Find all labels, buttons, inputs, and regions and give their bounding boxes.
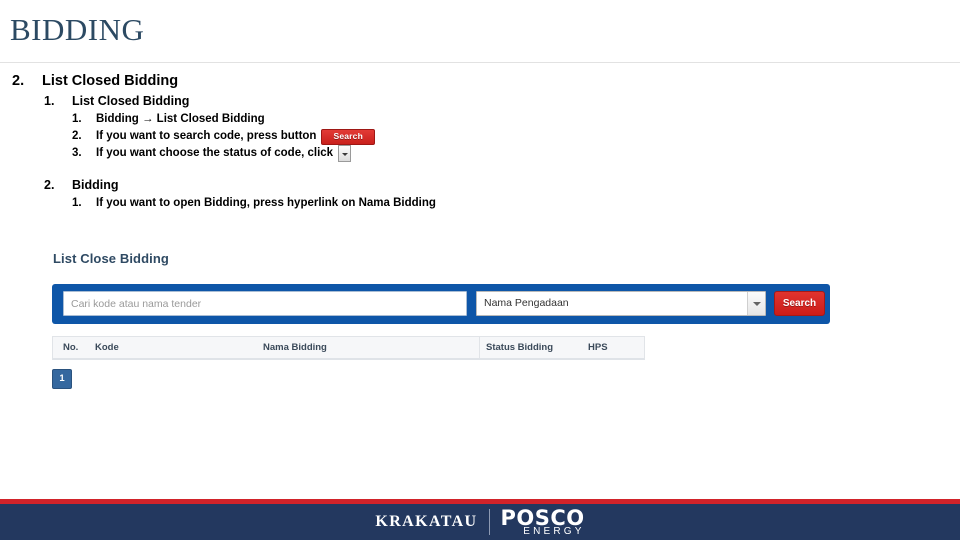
outline-sub-number: 1. (44, 94, 55, 108)
outline-step-number: 3. (72, 147, 82, 159)
column-header-no: No. (63, 342, 79, 353)
column-header-nama-bidding: Nama Bidding (263, 342, 327, 353)
outline-step-number: 1. (72, 113, 82, 125)
bidding-table-header: No. Kode Nama Bidding Status Bidding HPS (52, 336, 645, 360)
outline-sub-label: Bidding (72, 178, 119, 192)
outline-step-number: 1. (72, 197, 82, 209)
column-header-kode: Kode (95, 342, 119, 353)
outline-step-text: If you want to open Bidding, press hyper… (96, 197, 436, 209)
pagination: 1 (52, 369, 72, 389)
column-header-status-bidding: Status Bidding (486, 342, 554, 353)
chevron-down-icon (747, 292, 765, 315)
outline-sub-bidding: 2. Bidding (0, 177, 960, 194)
outline-sub-number: 2. (44, 178, 55, 192)
pagination-page-1[interactable]: 1 (52, 369, 72, 389)
page-title: BIDDING (10, 12, 145, 47)
category-select[interactable]: Nama Pengadaan (476, 291, 766, 316)
brand-divider (488, 509, 490, 535)
brand-posco-energy: POSCO ENERGY (501, 507, 585, 537)
footer-logo: KRAKATAU POSCO ENERGY (0, 504, 960, 540)
brand-krakatau: KRAKATAU (375, 513, 478, 530)
outline-list: 2. List Closed Bidding 1. List Closed Bi… (0, 72, 960, 212)
outline-step: 1. If you want to open Bidding, press hy… (0, 195, 960, 212)
inline-search-button-illustration: Search (321, 128, 376, 145)
column-divider (479, 337, 480, 358)
outline-step: 1. Bidding → List Closed Bidding (0, 111, 960, 128)
outline-step-text: If you want choose the status of code, c… (96, 147, 334, 159)
column-header-hps: HPS (588, 342, 608, 353)
outline-step-text: Bidding → List Closed Bidding (96, 113, 265, 125)
outline-step-number: 2. (72, 130, 82, 142)
inline-dropdown-button-illustration (338, 145, 352, 162)
outline-step: 2. If you want to search code, press but… (0, 128, 960, 145)
panel-heading: List Close Bidding (53, 251, 169, 266)
chevron-down-icon (341, 152, 348, 156)
search-input[interactable] (63, 291, 467, 316)
title-divider (0, 62, 960, 63)
outline-section-list-closed-bidding: 2. List Closed Bidding (0, 72, 960, 91)
outline-section-label: List Closed Bidding (42, 73, 179, 89)
outline-step-text: If you want to search code, press button (96, 130, 317, 142)
outline-spacer (0, 162, 960, 177)
outline-step: 3. If you want choose the status of code… (0, 145, 960, 162)
embedded-app-screenshot: List Close Bidding Nama Pengadaan Search… (46, 238, 846, 398)
search-button[interactable]: Search (774, 291, 825, 316)
outline-sub-list-closed-bidding: 1. List Closed Bidding (0, 93, 960, 110)
outline-section-number: 2. (12, 73, 25, 89)
category-select-value: Nama Pengadaan (484, 297, 569, 309)
search-toolbar: Nama Pengadaan Search (52, 284, 830, 324)
outline-sub-label: List Closed Bidding (72, 94, 190, 108)
